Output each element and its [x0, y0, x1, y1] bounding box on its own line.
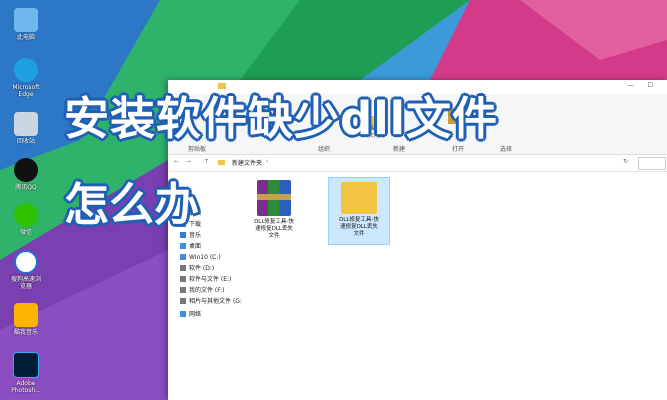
nav-item-network[interactable]: 网络: [180, 310, 201, 320]
archive-strap: [257, 194, 291, 200]
edge-icon: [14, 58, 38, 82]
forward-arrow-icon[interactable]: →: [186, 158, 191, 165]
desktop-icon-this-pc[interactable]: 此电脑: [4, 8, 48, 41]
drive-icon: [180, 287, 186, 293]
desktop-icon-sogou-browser[interactable]: 搜狗高速浏 览器: [4, 250, 48, 290]
folder-icon: [218, 160, 225, 165]
search-box[interactable]: [638, 157, 666, 170]
desktop-icon-photoshop[interactable]: Adobe Photosh...: [4, 352, 48, 394]
screenshot: 此电脑 Microsoft Edge 回收站 腾讯QQ 微信 搜狗高速浏 览器 …: [0, 0, 667, 400]
nav-item-drive-e[interactable]: 软件与文件 (E:): [180, 275, 231, 285]
window-controls[interactable]: — ☐: [628, 82, 659, 89]
file-item-dll-tool-folder[interactable]: DLL修复工具-快 速修复DLL丢失 文件: [328, 177, 390, 245]
photoshop-icon: [13, 352, 39, 378]
address-bar[interactable]: ← → ↑ 新建文件夹 › ↻: [168, 155, 667, 172]
drive-icon: [180, 298, 186, 304]
refresh-icon[interactable]: ↻: [623, 158, 628, 165]
desktop-icon-edge[interactable]: Microsoft Edge: [4, 58, 48, 98]
headline-title: 安装软件缺少dll文件: [64, 92, 499, 145]
address-path[interactable]: 新建文件夹: [232, 158, 262, 167]
desktop-icon-kuwo-music[interactable]: 酷我音乐: [4, 303, 48, 336]
desktop-icon-recycle-bin[interactable]: 回收站: [4, 112, 48, 145]
computer-icon: [14, 8, 38, 32]
drive-icon: [180, 276, 186, 282]
nav-item-desktop[interactable]: 桌面: [180, 242, 201, 252]
file-item-dll-tool-archive[interactable]: DLL修复工具-快 速修复DLL丢失 文件: [248, 180, 300, 240]
up-arrow-icon[interactable]: ↑: [204, 158, 209, 165]
address-chevron-icon: ›: [266, 158, 269, 165]
ribbon-group-select: 选择: [500, 146, 513, 153]
back-arrow-icon[interactable]: ←: [174, 158, 179, 165]
desktop-icon: [180, 243, 186, 249]
kuwo-music-icon: [14, 303, 38, 327]
desktop-icon-qq[interactable]: 腾讯QQ: [4, 158, 48, 191]
file-list: DLL修复工具-快 速修复DLL丢失 文件 DLL修复工具-快 速修复DLL丢失…: [248, 175, 667, 400]
drive-icon: [180, 265, 186, 271]
drive-icon: [180, 254, 186, 260]
nav-item-drive-f[interactable]: 我的文件 (F:): [180, 286, 225, 296]
recycle-bin-icon: [14, 112, 38, 136]
qq-icon: [14, 158, 38, 182]
headline-subtitle: 怎么办: [64, 178, 200, 231]
desktop-icon-wechat[interactable]: 微信: [4, 203, 48, 236]
nav-item-drive-c[interactable]: Win10 (C:): [180, 253, 221, 263]
nav-item-drive-g[interactable]: 相片与其他文件 (G:: [180, 297, 242, 307]
winrar-archive-icon: [257, 180, 291, 216]
wechat-icon: [14, 203, 38, 227]
folder-icon: [341, 182, 377, 214]
nav-item-drive-d[interactable]: 软件 (D:): [180, 264, 214, 274]
network-icon: [180, 311, 186, 317]
sogou-browser-icon: [14, 250, 38, 274]
